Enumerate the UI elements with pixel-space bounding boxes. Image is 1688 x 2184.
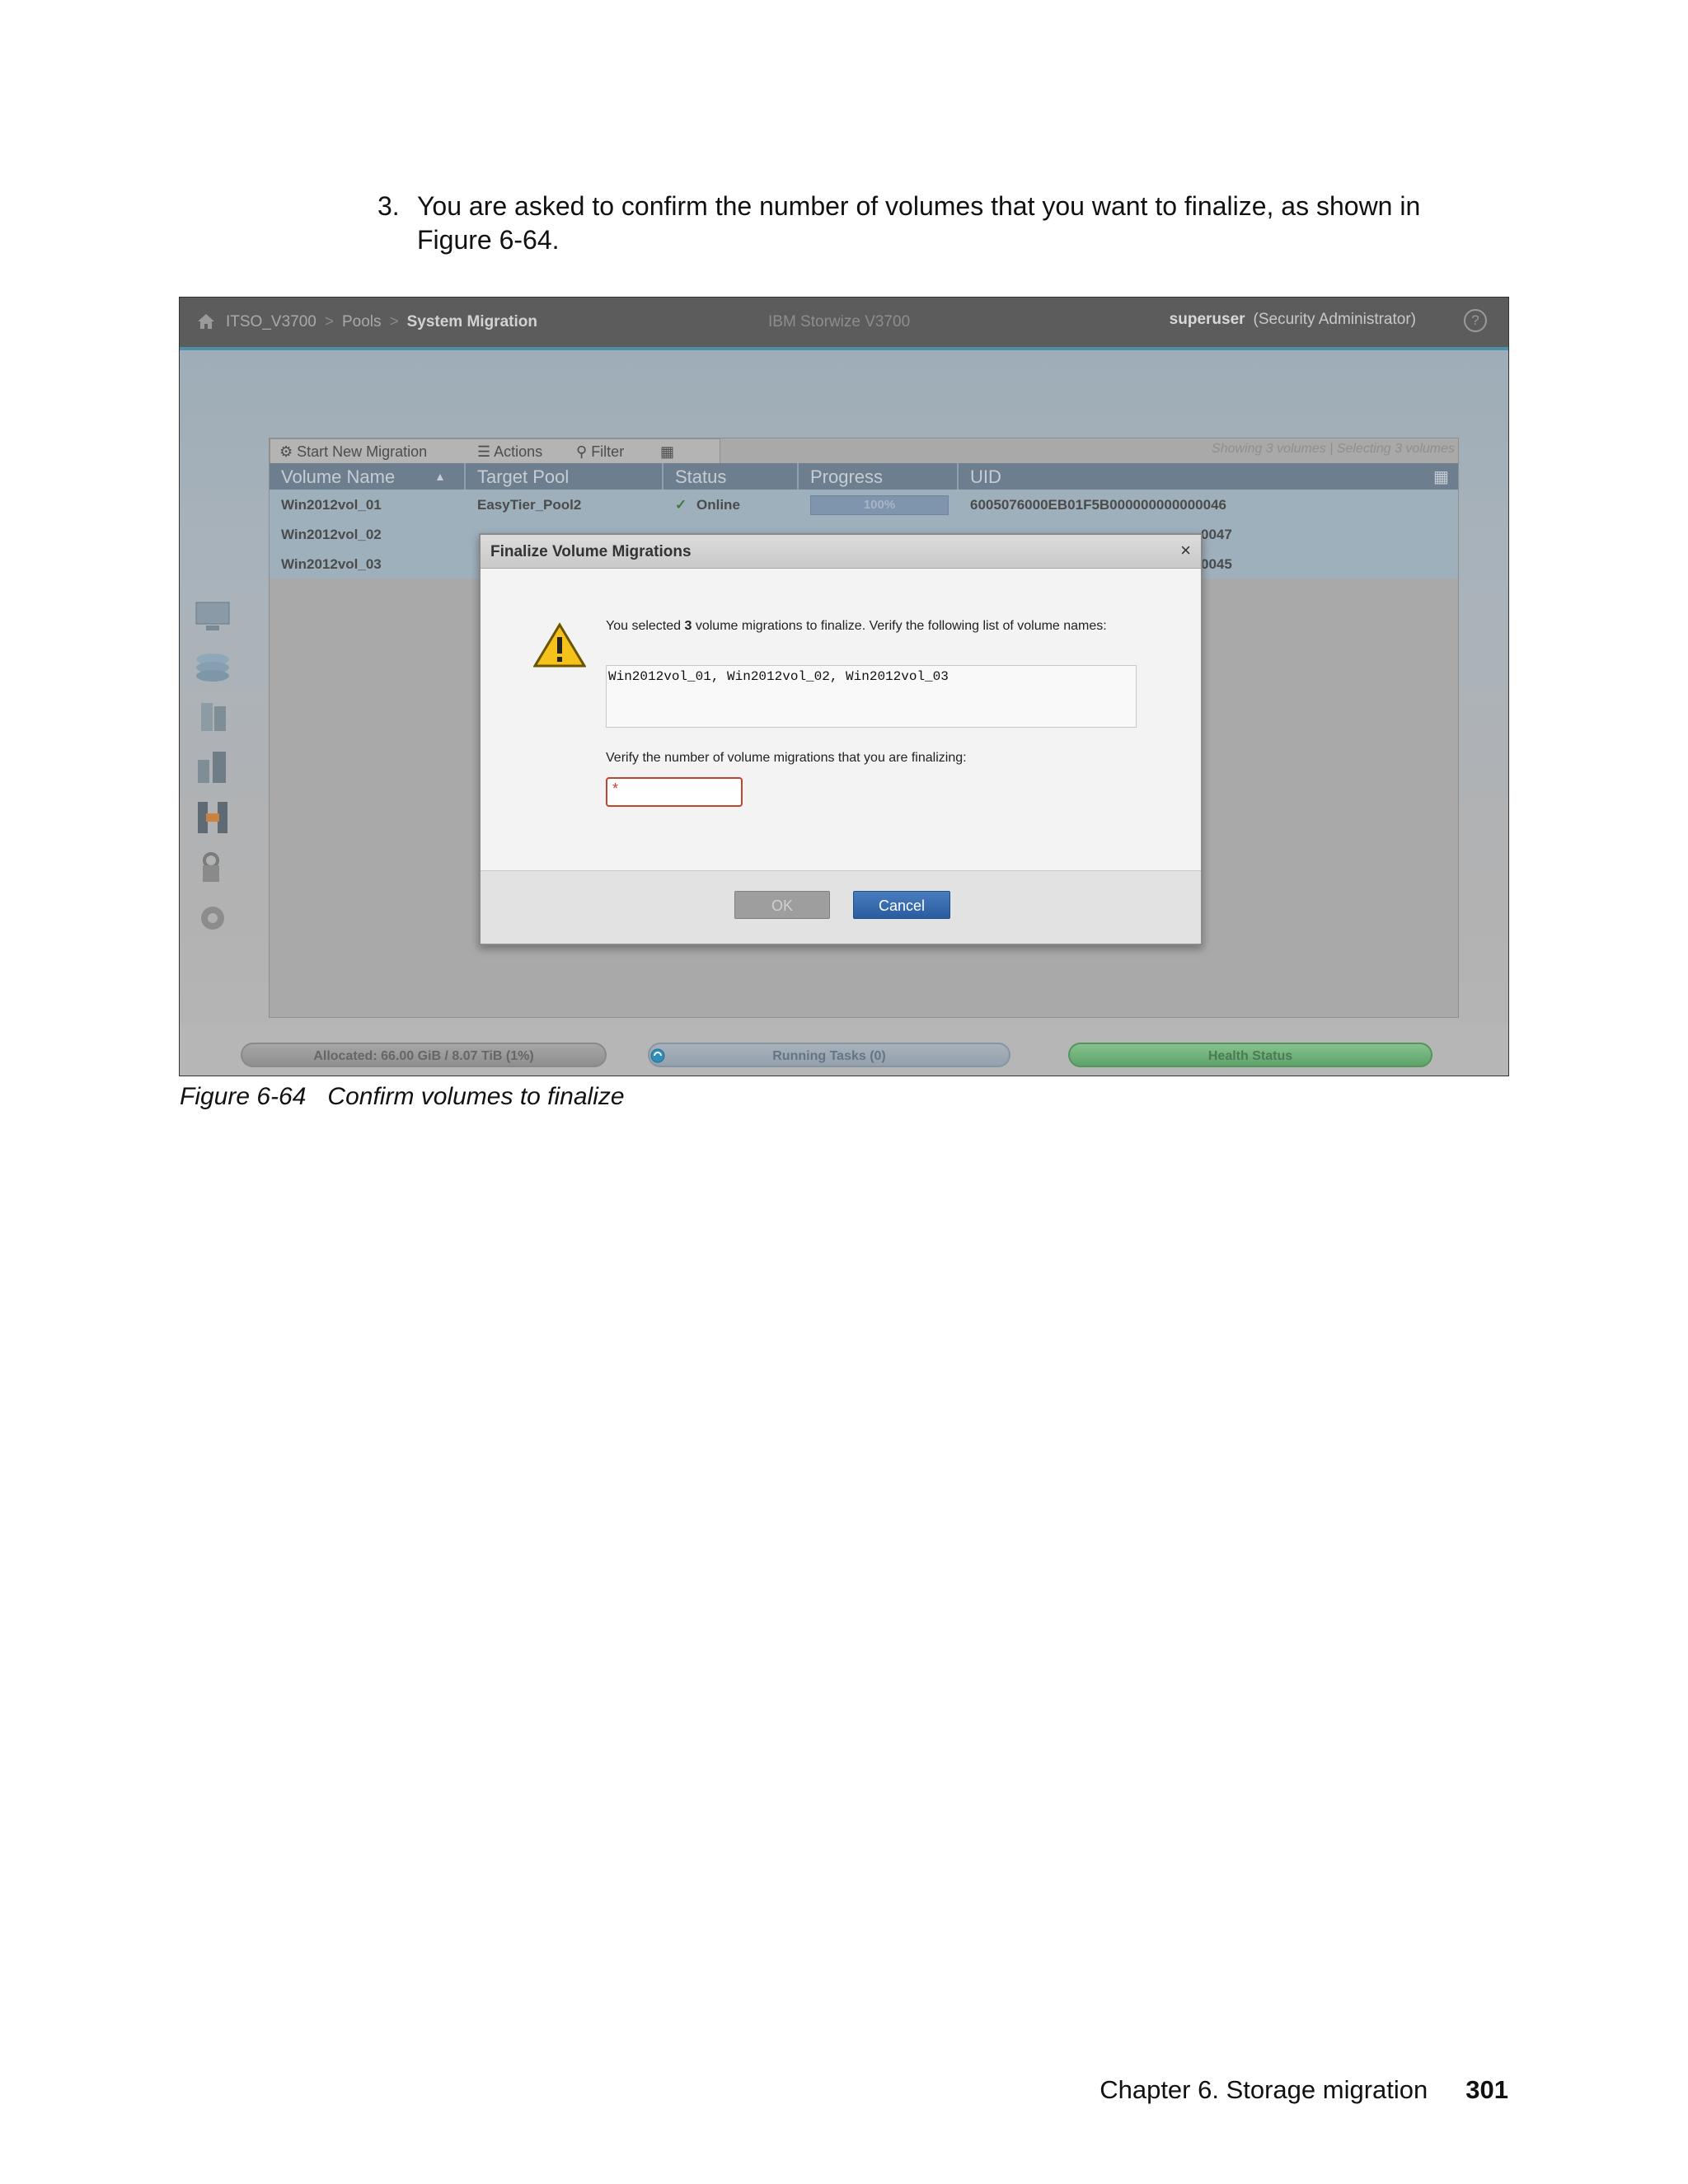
breadcrumb: ITSO_V3700 > Pools > System Migration xyxy=(226,313,537,330)
copy-services-icon[interactable] xyxy=(191,799,234,837)
column-target-pool[interactable]: Target Pool xyxy=(477,466,569,488)
breadcrumb-current: System Migration xyxy=(406,313,537,330)
refresh-icon xyxy=(650,1048,665,1063)
breadcrumb-pools[interactable]: Pools xyxy=(342,313,382,330)
top-bar: ITSO_V3700 > Pools > System Migration IBM St… xyxy=(180,298,1508,350)
required-marker: * xyxy=(612,780,619,797)
finalize-dialog: Finalize Volume Migrations × You selecte… xyxy=(479,533,1203,945)
user-role: (Security Administrator) xyxy=(1253,311,1416,328)
figure-label: Figure 6-64 xyxy=(180,1083,307,1110)
product-name: IBM Storwize V3700 xyxy=(768,313,911,330)
user-info[interactable]: superuser (Security Administrator) xyxy=(1170,311,1416,329)
figure-title: Confirm volumes to finalize xyxy=(327,1083,625,1110)
chapter-title: Chapter 6. Storage migration xyxy=(1100,2075,1428,2104)
dialog-message: You selected 3 volume migrations to fina… xyxy=(606,619,1107,633)
dialog-footer: OK Cancel xyxy=(481,870,1201,944)
volume-count-input[interactable]: * xyxy=(606,777,743,807)
table-row[interactable]: Win2012vol_01 EasyTier_Pool2 ✓ Online 10… xyxy=(270,490,1458,519)
column-volume-name[interactable]: Volume Name xyxy=(281,466,395,488)
status-bar: Allocated: 66.00 GiB / 8.07 TiB (1%) Run… xyxy=(180,1026,1508,1076)
running-tasks[interactable]: Running Tasks (0) xyxy=(648,1043,1010,1067)
page-number: 301 xyxy=(1465,2075,1508,2104)
sort-ascending-icon[interactable]: ▲ xyxy=(434,470,446,483)
help-icon[interactable]: ? xyxy=(1464,309,1487,332)
access-icon[interactable] xyxy=(191,849,234,887)
column-status[interactable]: Status xyxy=(675,466,726,488)
selection-count: Showing 3 volumes | Selecting 3 volumes xyxy=(1212,442,1455,456)
settings-icon[interactable] xyxy=(191,899,234,937)
verify-label: Verify the number of volume migrations t… xyxy=(606,751,967,765)
main-content: ⚙ Start New Migration ☰ Actions ⚲ Filter… xyxy=(180,350,1508,1026)
save-icon[interactable]: ▦ xyxy=(660,443,674,461)
panel-toolbar: ⚙ Start New Migration ☰ Actions ⚲ Filter… xyxy=(270,438,1458,464)
hosts-icon[interactable] xyxy=(191,748,234,786)
column-uid[interactable]: UID xyxy=(970,466,1001,488)
actions-menu[interactable]: ☰ Actions xyxy=(477,443,542,461)
cancel-button[interactable]: Cancel xyxy=(853,891,950,919)
step-text: You are asked to confirm the number of v… xyxy=(417,191,1421,255)
step-number: 3. xyxy=(377,191,400,221)
table-header: Volume Name ▲ Target Pool Status Progres… xyxy=(270,463,1458,490)
screenshot-figure: ITSO_V3700 > Pools > System Migration IBM St… xyxy=(179,297,1509,1076)
progress-bar: 100% xyxy=(810,495,949,515)
column-picker-icon[interactable]: ▦ xyxy=(1433,466,1449,487)
close-icon[interactable]: × xyxy=(1180,540,1191,561)
health-status[interactable]: Health Status xyxy=(1068,1043,1432,1067)
page-footer: Chapter 6. Storage migration 301 xyxy=(1100,2075,1508,2105)
dialog-titlebar: Finalize Volume Migrations × xyxy=(481,535,1201,569)
user-name: superuser xyxy=(1169,311,1245,328)
home-icon[interactable] xyxy=(196,312,216,330)
online-check-icon: ✓ xyxy=(675,497,687,513)
start-new-migration-button[interactable]: ⚙ Start New Migration xyxy=(279,443,427,461)
pools-icon[interactable] xyxy=(191,648,234,686)
figure-caption: Figure 6-64 Confirm volumes to finalize xyxy=(180,1083,625,1111)
volume-names-list: Win2012vol_01, Win2012vol_02, Win2012vol… xyxy=(606,665,1137,728)
breadcrumb-system[interactable]: ITSO_V3700 xyxy=(226,313,316,330)
monitoring-icon[interactable] xyxy=(191,598,234,635)
filter-button[interactable]: ⚲ Filter xyxy=(576,443,624,461)
sidebar xyxy=(191,598,242,949)
warning-icon xyxy=(533,622,586,668)
ok-button[interactable]: OK xyxy=(734,891,830,919)
column-progress[interactable]: Progress xyxy=(810,466,883,488)
volumes-icon[interactable] xyxy=(191,698,234,736)
dialog-title: Finalize Volume Migrations xyxy=(490,543,692,560)
allocation-status[interactable]: Allocated: 66.00 GiB / 8.07 TiB (1%) xyxy=(241,1043,607,1067)
